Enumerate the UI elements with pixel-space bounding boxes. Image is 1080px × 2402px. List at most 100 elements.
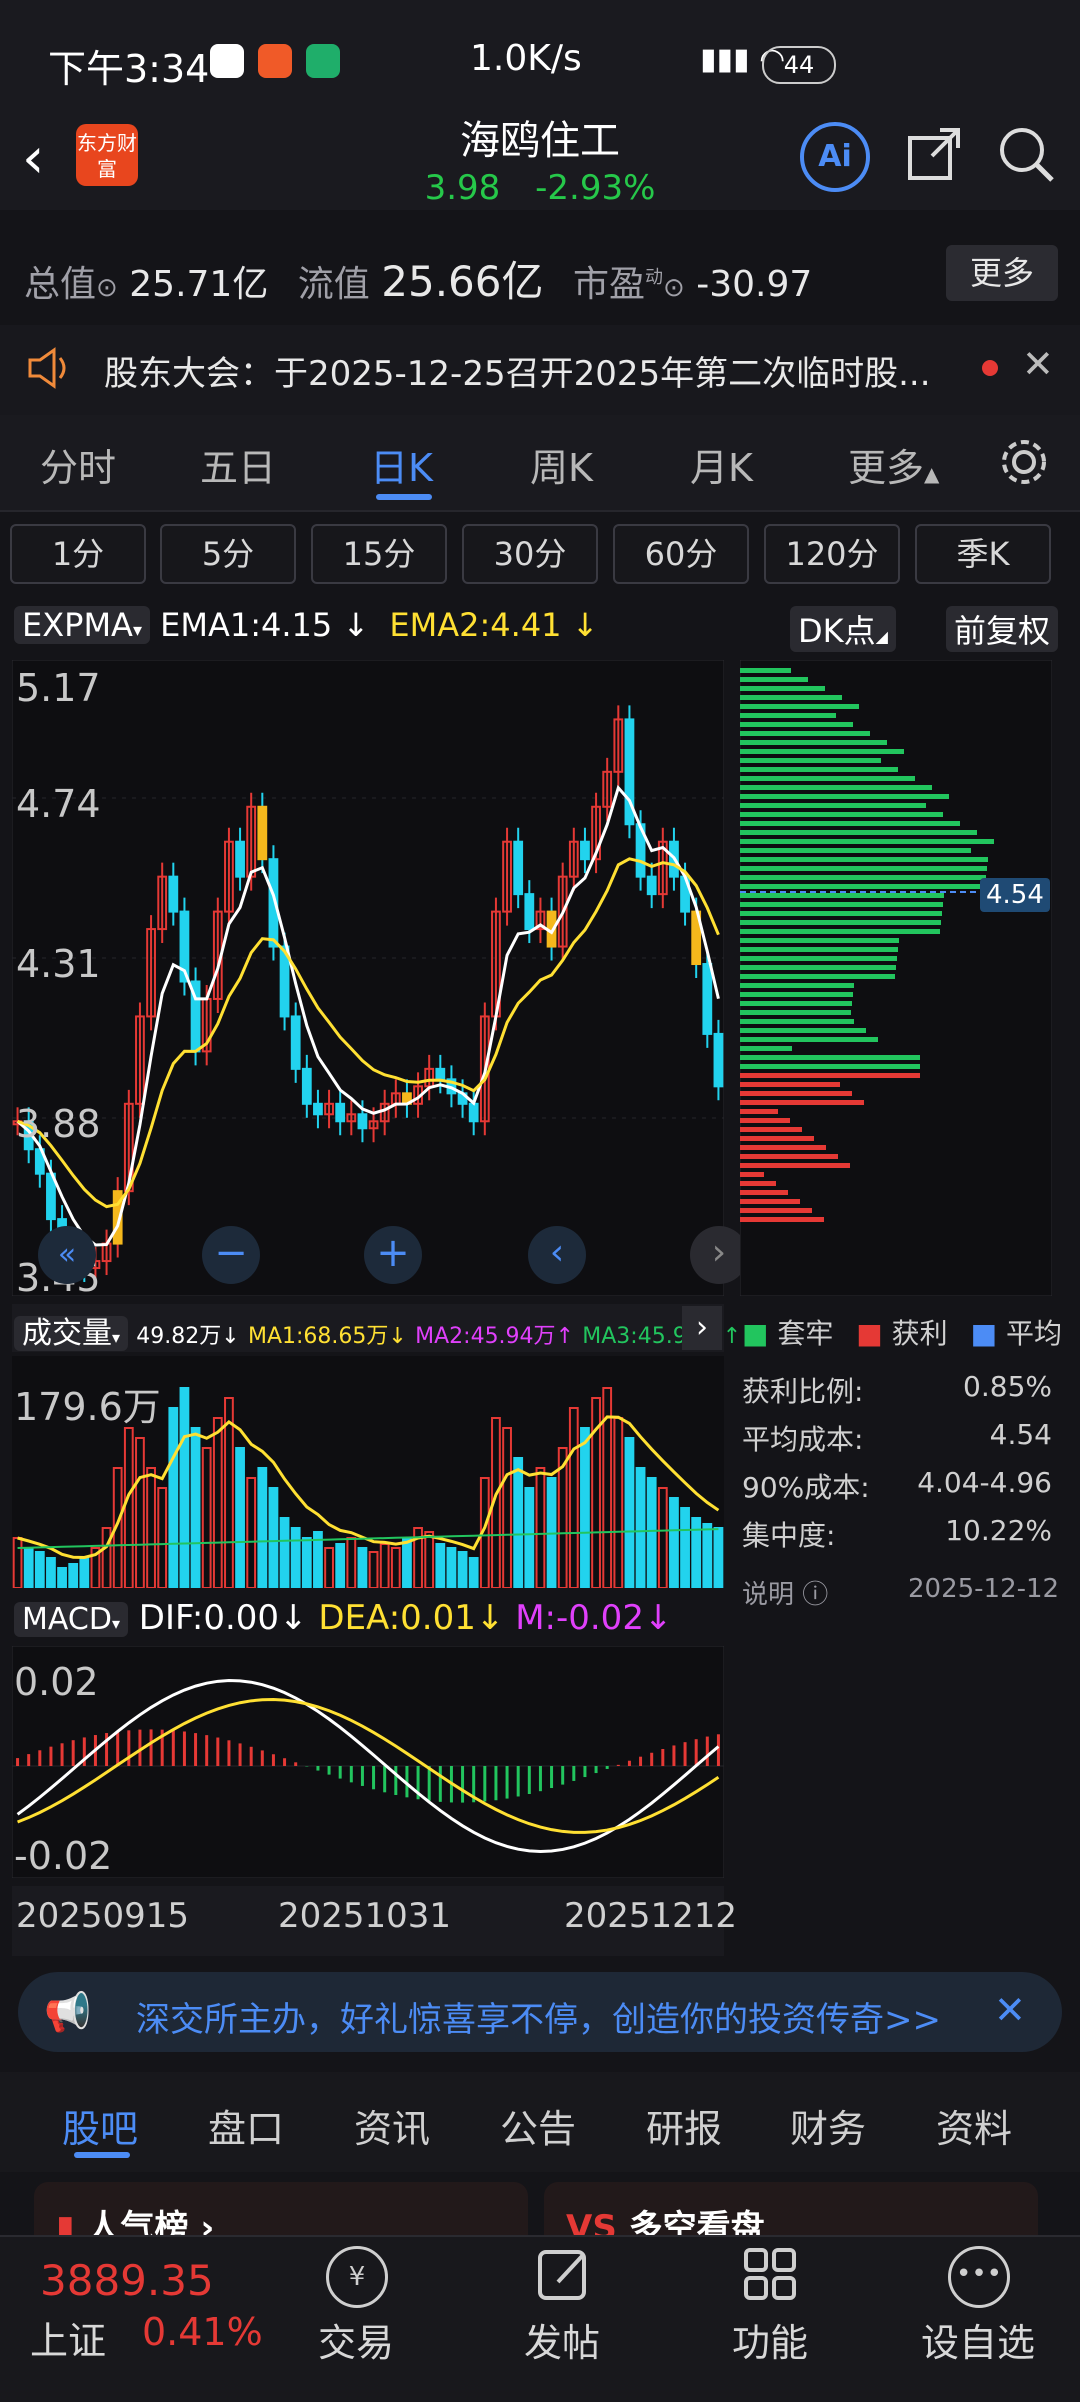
ema-legend: EXPMA▾ EMA1:4.15 ↓ EMA2:4.41 ↓ — [14, 606, 599, 644]
chip-bar — [740, 803, 926, 808]
volume-bar — [68, 1563, 79, 1588]
float-value-label: 流值 — [297, 264, 370, 305]
macd-legend: MACD▾ DIF:0.00↓ DEA:0.01↓ M:-0.02↓ — [14, 1598, 672, 1638]
volume-bar — [46, 1557, 56, 1588]
volume-bar — [34, 1551, 45, 1588]
chip-bar — [740, 704, 859, 709]
period-quarter-k[interactable]: 季K — [915, 524, 1051, 584]
candle-body — [335, 1102, 346, 1123]
more-button[interactable]: 更多 — [946, 245, 1058, 301]
price-tick-top: 5.17 — [16, 666, 101, 710]
volume-bar — [635, 1467, 646, 1588]
settings-gear-icon[interactable] — [998, 436, 1050, 488]
chip-bar — [740, 1100, 864, 1105]
tab-weekly-k[interactable]: 周K — [530, 437, 593, 492]
tab-intraday[interactable]: 分时 — [40, 437, 116, 492]
candle-body — [301, 1067, 312, 1105]
nav-trade[interactable]: 交易 — [286, 2312, 426, 2367]
index-value[interactable]: 3889.35 — [40, 2256, 214, 2305]
macd-dif: DIF:0.00 — [138, 1598, 280, 1638]
period-30min[interactable]: 30分 — [462, 524, 598, 584]
tab-news[interactable]: 资讯 — [354, 2098, 430, 2153]
chip-bar — [740, 983, 854, 988]
tab-daily-k[interactable]: 日K — [370, 437, 433, 492]
info-icon: ⓘ — [802, 1580, 829, 1610]
price-tick: 4.31 — [16, 942, 101, 986]
candle-body — [290, 1015, 301, 1070]
chip-bar — [740, 884, 985, 889]
tab-research[interactable]: 研报 — [646, 2098, 722, 2153]
chip-bar — [740, 1199, 800, 1204]
tab-pankou[interactable]: 盘口 — [208, 2098, 284, 2153]
functions-grid-icon — [744, 2248, 796, 2300]
nav-add-watchlist[interactable]: 设自选 — [908, 2312, 1048, 2367]
chip-bar — [740, 830, 977, 835]
tab-more[interactable]: 更多▲ — [848, 437, 939, 492]
chip-bar — [740, 1109, 778, 1114]
volume-bar — [446, 1547, 457, 1588]
candle-body — [257, 805, 268, 861]
kline-chart[interactable] — [12, 660, 724, 1296]
nav-functions[interactable]: 功能 — [700, 2312, 840, 2367]
chip-bar — [740, 1046, 792, 1051]
zoom-in-icon[interactable]: + — [364, 1226, 422, 1284]
ema-indicator-select[interactable]: EXPMA▾ — [14, 606, 150, 644]
chip-bar — [740, 821, 960, 826]
unread-dot — [982, 360, 998, 376]
period-60min[interactable]: 60分 — [613, 524, 749, 584]
chip-legend: ■ 套牢 ■ 获利 ■ 平均 — [742, 1317, 1062, 1350]
stats-note[interactable]: 说明 ⓘ — [742, 1574, 828, 1611]
volume-bar — [713, 1527, 724, 1588]
period-5min[interactable]: 5分 — [160, 524, 296, 584]
macd-indicator-select[interactable]: MACD▾ — [14, 1602, 128, 1637]
period-15min[interactable]: 15分 — [311, 524, 447, 584]
close-icon[interactable]: ✕ — [994, 1988, 1026, 2032]
tab-profile[interactable]: 资料 — [936, 2098, 1012, 2153]
chip-bar — [740, 677, 808, 682]
candle-body — [646, 875, 657, 896]
tab-guba[interactable]: 股吧 — [62, 2098, 138, 2153]
index-name: 上证 — [30, 2319, 107, 2363]
period-120min[interactable]: 120分 — [764, 524, 900, 584]
volume-bar — [680, 1507, 690, 1588]
chip-bar — [740, 722, 853, 727]
ai-icon[interactable]: Ai — [800, 122, 870, 192]
volume-bar — [257, 1467, 268, 1588]
volume-bar — [57, 1567, 67, 1588]
scroll-left-fast-icon[interactable]: « — [38, 1226, 96, 1284]
date-tick: 20251031 — [278, 1896, 452, 1936]
search-icon[interactable] — [996, 124, 1056, 184]
volume-bar — [513, 1457, 524, 1588]
share-icon[interactable] — [904, 124, 964, 184]
nav-post[interactable]: 发帖 — [492, 2312, 632, 2367]
candle-body — [524, 893, 535, 931]
info-icon: ⊙ — [96, 273, 118, 303]
candle-body — [468, 1102, 479, 1123]
chip-bar — [740, 713, 836, 718]
chip-bar — [740, 812, 943, 817]
tab-monthly-k[interactable]: 月K — [690, 437, 753, 492]
close-icon[interactable]: ✕ — [1022, 342, 1054, 386]
date-tick: 20250915 — [16, 1896, 190, 1936]
volume-bar — [457, 1551, 468, 1588]
volume-bar — [279, 1517, 290, 1588]
next-indicator-icon[interactable]: › — [682, 1306, 722, 1350]
dk-point-select[interactable]: DK点◢ — [790, 606, 896, 652]
candle-body — [702, 963, 713, 1035]
pe-label: 市盈 — [572, 264, 645, 305]
legend-profit: 获利 — [891, 1317, 948, 1350]
zoom-out-icon[interactable]: − — [202, 1226, 260, 1284]
adjust-select[interactable]: 前复权 — [946, 606, 1059, 652]
candle-body — [313, 1102, 323, 1116]
period-1min[interactable]: 1分 — [10, 524, 146, 584]
scroll-left-icon[interactable]: ‹ — [528, 1226, 586, 1284]
chip-bar — [740, 1082, 840, 1087]
trade-icon: ¥ — [326, 2246, 388, 2308]
volume-indicator-select[interactable]: 成交量▾ — [14, 1316, 129, 1351]
battery-icon: 44 — [762, 46, 836, 84]
tab-five-day[interactable]: 五日 — [200, 437, 276, 492]
tab-finance[interactable]: 财务 — [790, 2098, 866, 2153]
tab-announcements[interactable]: 公告 — [500, 2098, 576, 2153]
macd-axis-top: 0.02 — [14, 1660, 99, 1704]
chip-bar — [740, 1181, 776, 1186]
